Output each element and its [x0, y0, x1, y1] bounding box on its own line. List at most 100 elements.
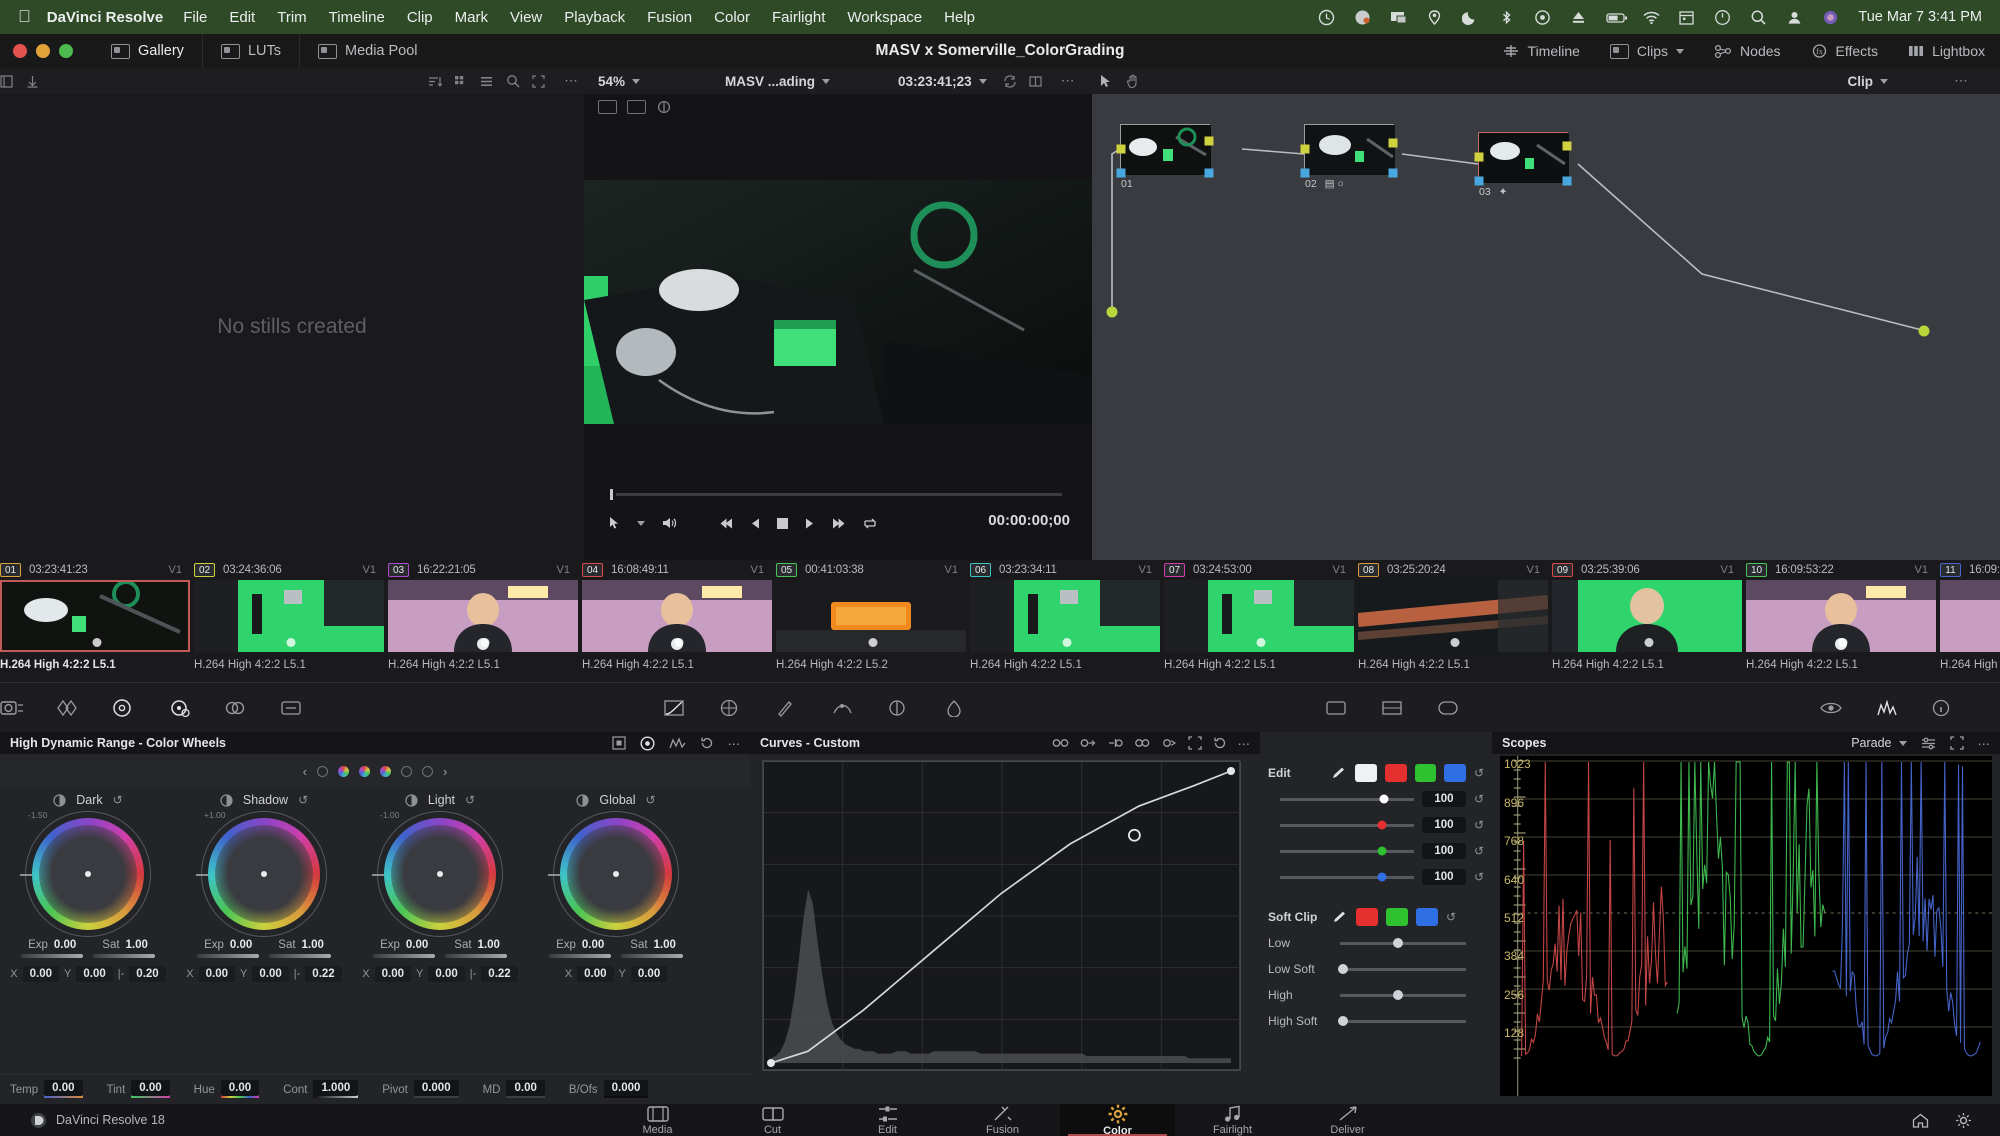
color-wheel-shadow[interactable]: Shadow↺+1.00Exp0.00Sat1.00X0.00Y0.00|-0.… [176, 788, 352, 982]
viewer-image[interactable] [584, 180, 1092, 424]
split-icon[interactable] [1029, 75, 1055, 88]
node-01-output-port[interactable] [1205, 137, 1214, 146]
siri-icon[interactable] [1822, 9, 1839, 26]
wheel-x-value[interactable]: 0.00 [23, 966, 59, 982]
fullscreen-icon[interactable] [1950, 736, 1964, 750]
param-value[interactable]: 0.00 [131, 1080, 169, 1096]
motion-effects-icon[interactable] [280, 699, 336, 717]
qualifier-icon[interactable] [719, 698, 775, 718]
rg-icon[interactable] [1162, 737, 1177, 749]
channel-b-button[interactable] [1444, 764, 1466, 782]
screen-share-icon[interactable] [1390, 9, 1407, 26]
wheel-dial[interactable] [32, 818, 144, 930]
softclip-track[interactable] [1340, 968, 1466, 971]
node-options-icon[interactable]: ⋯ [1948, 73, 1974, 89]
clip-thumbnail-11[interactable] [1940, 580, 2000, 652]
clock-icon[interactable] [1318, 9, 1335, 26]
wheel-exp-value[interactable]: 0.00 [230, 939, 252, 951]
slider-track[interactable] [1280, 876, 1414, 879]
wheel-sat-slider[interactable] [93, 954, 155, 958]
options-icon[interactable]: ⋯ [1978, 736, 1991, 751]
menu-color[interactable]: Color [714, 9, 750, 26]
user-switch-icon[interactable] [1786, 9, 1803, 26]
reset-icon[interactable] [700, 736, 714, 750]
wheel-exp-slider[interactable] [21, 954, 83, 958]
wifi-icon[interactable] [1642, 9, 1659, 26]
home-icon[interactable] [1912, 1113, 1929, 1128]
tab-timeline[interactable]: Timeline [1487, 34, 1595, 68]
wheel-x-value[interactable]: 0.00 [577, 966, 613, 982]
eye-icon[interactable] [1820, 700, 1876, 716]
wheel-sat-slider[interactable] [445, 954, 507, 958]
softclip-r-button[interactable] [1356, 908, 1378, 926]
color-wheel-global[interactable]: Global↺Exp0.00Sat1.00X0.00Y0.00 [528, 788, 704, 982]
wheel-exp-value[interactable]: 0.00 [582, 939, 604, 951]
param-temp[interactable]: Temp0.00 [10, 1082, 83, 1098]
clip-header-04[interactable]: 0416:08:49:11V1 [582, 560, 776, 580]
param-pivot[interactable]: Pivot0.000 [382, 1082, 458, 1098]
page-tab-color[interactable]: Color [1060, 1104, 1175, 1136]
clip-header-06[interactable]: 0603:23:34:11V1 [970, 560, 1164, 580]
slider-reset-button[interactable]: ↺ [1474, 792, 1484, 806]
softclip-b-button[interactable] [1416, 908, 1438, 926]
node-02-output-port[interactable] [1389, 139, 1398, 148]
wheel-z-value[interactable]: 0.22 [481, 966, 517, 982]
wheel-reset-button[interactable]: ↺ [298, 793, 308, 807]
primaries-icon[interactable] [168, 698, 224, 718]
node-03[interactable]: 03 ✦ [1478, 132, 1568, 182]
softclip-low[interactable]: Low [1260, 930, 1492, 956]
menubar-clock[interactable]: Tue Mar 7 3:41 PM [1858, 9, 1982, 25]
clip-header-02[interactable]: 0203:24:36:06V1 [194, 560, 388, 580]
scrubber-track[interactable] [616, 493, 1062, 496]
wheel-reset-button[interactable]: ↺ [113, 793, 123, 807]
carousel-pip-1[interactable] [317, 766, 328, 777]
param-value[interactable]: 1.000 [313, 1080, 358, 1096]
node-02[interactable]: 02 ▤ ○ [1304, 124, 1394, 174]
slider-knob[interactable] [1377, 873, 1386, 882]
scopes-graph[interactable]: 1023896768640512384256128 [1500, 756, 1992, 1096]
camera-raw-icon[interactable] [0, 699, 56, 717]
zoom-level-dropdown[interactable]: 54% [598, 74, 640, 89]
clip-thumbnail-06[interactable] [970, 580, 1164, 652]
yr-icon[interactable] [1080, 737, 1097, 749]
carousel-prev-button[interactable]: ‹ [303, 764, 307, 779]
viewer-playhead-timecode[interactable]: 00:00:00;00 [988, 512, 1070, 529]
node-03-output-port[interactable] [1563, 142, 1572, 151]
wheel-contrast-icon[interactable] [576, 794, 589, 807]
location-icon[interactable] [1426, 9, 1443, 26]
node-01-input-port[interactable] [1117, 145, 1126, 154]
slider-value[interactable]: 100 [1422, 791, 1466, 807]
globe-icon[interactable] [1354, 9, 1371, 26]
wheel-x-value[interactable]: 0.00 [199, 966, 235, 982]
menu-trim[interactable]: Trim [277, 9, 306, 26]
stop-icon[interactable] [777, 518, 788, 529]
color-wheel-dark[interactable]: Dark↺-1.50Exp0.00Sat1.00X0.00Y0.00|-0.20 [0, 788, 176, 982]
softclip-track[interactable] [1340, 994, 1466, 997]
clip-header-03[interactable]: 0316:22:21:05V1 [388, 560, 582, 580]
slider-knob[interactable] [1377, 847, 1386, 856]
tab-lightbox[interactable]: Lightbox [1893, 34, 2000, 68]
wheel-dial[interactable] [384, 818, 496, 930]
hand-cursor-icon[interactable] [1126, 74, 1152, 88]
node-02-key-output-port[interactable] [1389, 169, 1398, 178]
calendar-icon[interactable] [1678, 9, 1695, 26]
page-tab-fusion[interactable]: Fusion [945, 1104, 1060, 1136]
clip-header-08[interactable]: 0803:25:20:24V1 [1358, 560, 1552, 580]
yg-icon[interactable] [1108, 737, 1123, 749]
node-03-input-port[interactable] [1475, 153, 1484, 162]
color-wheel-light[interactable]: Light↺-1.00Exp0.00Sat1.00X0.00Y0.00|-0.2… [352, 788, 528, 982]
node-02-key-input-port[interactable] [1301, 169, 1310, 178]
chevron-down-icon[interactable] [1676, 49, 1684, 54]
slider-track[interactable] [1280, 850, 1414, 853]
menu-clip[interactable]: Clip [407, 9, 433, 26]
node-01-key-output-port[interactable] [1205, 169, 1214, 178]
info-icon[interactable] [1932, 699, 1988, 717]
channel-r-button[interactable] [1385, 764, 1407, 782]
tracker-icon[interactable] [831, 699, 887, 717]
clip-header-05[interactable]: 0500:41:03:38V1 [776, 560, 970, 580]
clip-thumbnail-03[interactable] [388, 580, 582, 652]
control-center-icon[interactable] [1714, 9, 1731, 26]
slider-knob[interactable] [1377, 821, 1386, 830]
clip-header-07[interactable]: 0703:24:53:00V1 [1164, 560, 1358, 580]
wheel-y-value[interactable]: 0.00 [428, 966, 464, 982]
